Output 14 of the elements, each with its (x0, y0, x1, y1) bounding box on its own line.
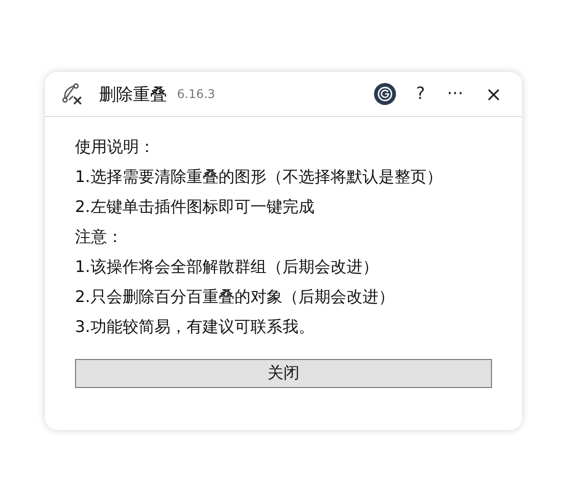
help-button[interactable]: ? (410, 84, 432, 104)
instruction-text: 3.功能较简易，有建议可联系我。 (75, 316, 316, 338)
instruction-text: 注意： (75, 226, 124, 248)
instruction-text: 1.选择需要清除重叠的图形（不选择将默认是整页） (75, 166, 444, 188)
window-title: 删除重叠 (99, 84, 167, 106)
more-button[interactable]: ··· (441, 84, 470, 104)
close-dialog-button[interactable]: 关闭 (75, 359, 492, 388)
close-button[interactable]: × (479, 82, 508, 106)
account-avatar-icon[interactable] (374, 83, 396, 105)
instruction-text: 使用说明： (75, 136, 156, 158)
version-label: 6.16.3 (177, 87, 216, 101)
instruction-text: 2.左键单击插件图标即可一键完成 (75, 196, 316, 218)
instruction-text: 2.只会删除百分百重叠的对象（后期会改进） (75, 286, 396, 308)
instruction-text: 1.该操作将会全部解散群组（后期会改进） (75, 256, 380, 278)
